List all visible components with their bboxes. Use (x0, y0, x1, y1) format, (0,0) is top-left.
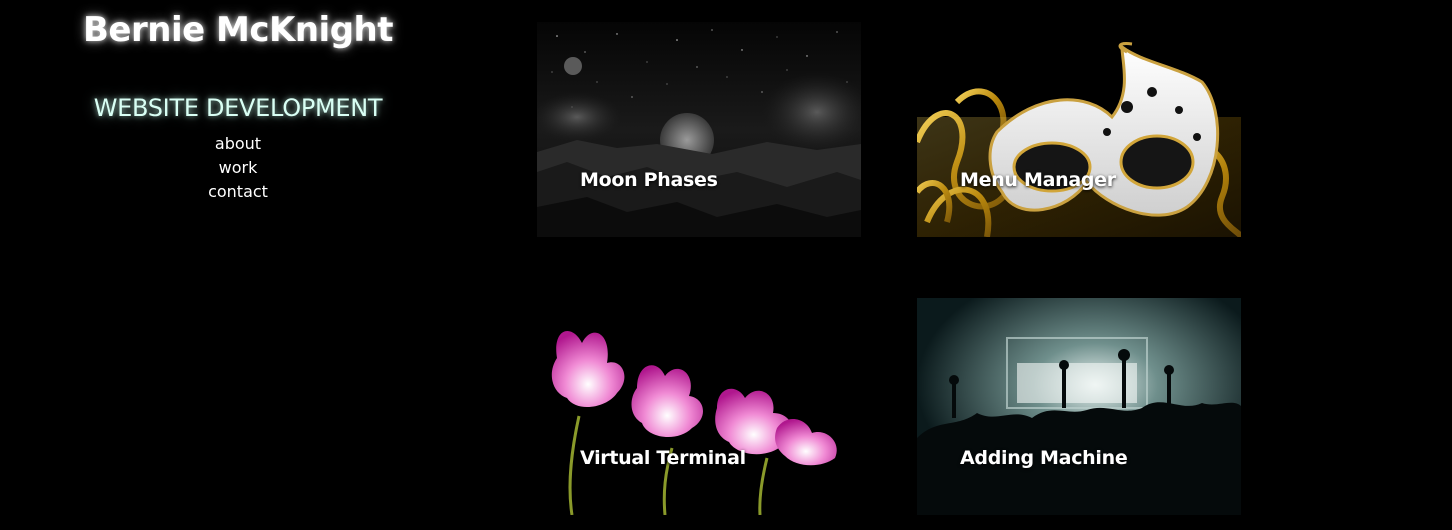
site-title: Bernie McKnight (83, 10, 394, 50)
concert-crowd-image (917, 298, 1241, 515)
main-nav: about work contact (0, 132, 476, 204)
project-title: Adding Machine (960, 447, 1128, 469)
nav-link-contact[interactable]: contact (208, 180, 268, 204)
project-card-adding-machine[interactable]: Adding Machine (917, 298, 1241, 515)
project-title: Moon Phases (580, 169, 718, 191)
nav-link-about[interactable]: about (215, 132, 261, 156)
project-card-moon-phases[interactable]: Moon Phases (537, 22, 861, 237)
nav-link-work[interactable]: work (219, 156, 258, 180)
masquerade-mask-image (917, 22, 1241, 237)
project-title: Virtual Terminal (580, 447, 746, 469)
project-card-virtual-terminal[interactable]: Virtual Terminal (537, 298, 861, 515)
project-card-menu-manager[interactable]: Menu Manager (917, 22, 1241, 237)
sidebar: Bernie McKnight WEBSITE DEVELOPMENT abou… (0, 0, 476, 530)
moon-landscape-image (537, 22, 861, 237)
site-subtitle: WEBSITE DEVELOPMENT (93, 94, 383, 122)
pink-flowers-image (537, 298, 861, 515)
project-title: Menu Manager (960, 169, 1116, 191)
